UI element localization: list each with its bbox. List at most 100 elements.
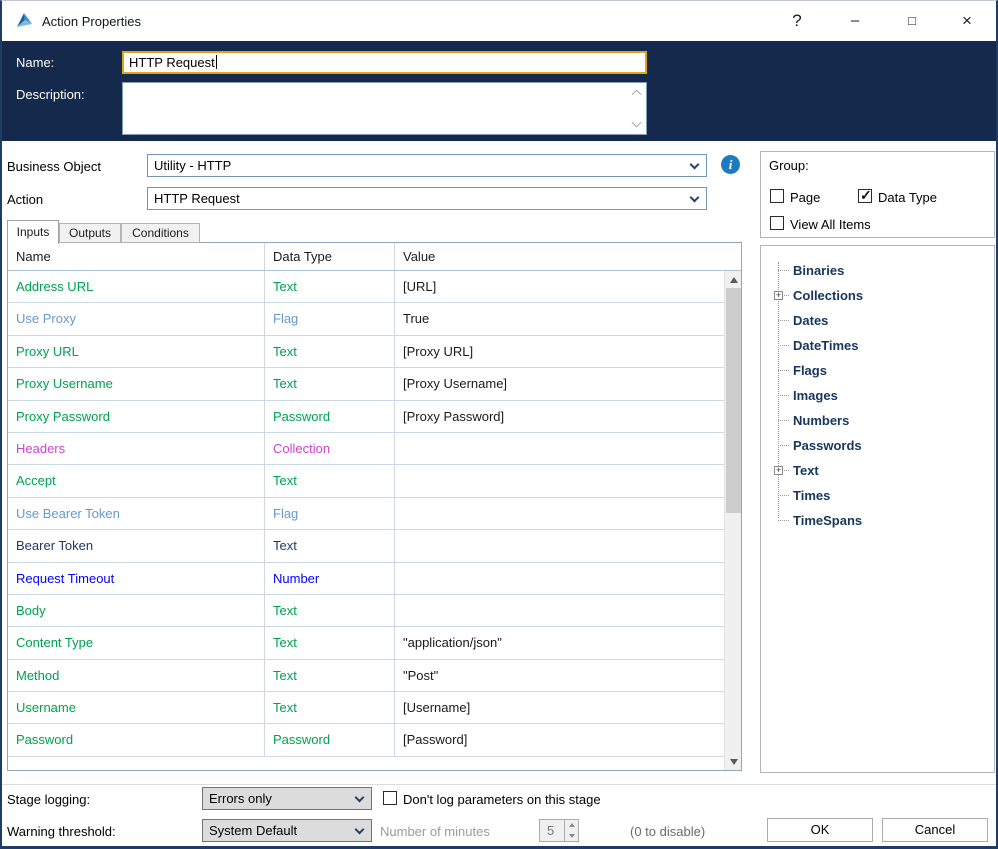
cell-type[interactable]: Text	[265, 692, 395, 723]
cell-type[interactable]: Text	[265, 530, 395, 561]
spin-down-icon[interactable]	[565, 831, 578, 841]
business-object-dropdown[interactable]: Utility - HTTP	[147, 154, 707, 177]
cell-name[interactable]: Proxy Username	[8, 368, 265, 399]
tree-item-images[interactable]: Images	[761, 383, 994, 408]
info-icon[interactable]: i	[721, 155, 740, 174]
table-row[interactable]: Bearer TokenText	[8, 530, 741, 562]
table-scrollbar[interactable]	[724, 271, 741, 770]
cell-name[interactable]: Address URL	[8, 271, 265, 302]
description-input[interactable]	[122, 82, 647, 135]
cell-name[interactable]: Bearer Token	[8, 530, 265, 561]
name-input[interactable]: HTTP Request	[122, 51, 647, 74]
dont-log-checkbox[interactable]	[383, 791, 397, 805]
cell-value[interactable]: [Proxy Password]	[395, 401, 741, 432]
cell-type[interactable]: Number	[265, 563, 395, 594]
tree-item-times[interactable]: Times	[761, 483, 994, 508]
page-checkbox[interactable]	[770, 189, 784, 203]
cell-value[interactable]: True	[395, 303, 741, 334]
stage-logging-dropdown[interactable]: Errors only	[202, 787, 372, 810]
cell-value[interactable]	[395, 465, 741, 496]
maximize-icon[interactable]: □	[889, 1, 935, 41]
expand-plus-icon[interactable]: +	[774, 291, 783, 300]
expand-plus-icon[interactable]: +	[774, 466, 783, 475]
cell-name[interactable]: Use Proxy	[8, 303, 265, 334]
tree-item-dates[interactable]: Dates	[761, 308, 994, 333]
table-row[interactable]: Use Bearer TokenFlag	[8, 498, 741, 530]
cell-type[interactable]: Text	[265, 465, 395, 496]
tree-item-passwords[interactable]: Passwords	[761, 433, 994, 458]
data-type-checkbox[interactable]	[858, 189, 872, 203]
cell-value[interactable]	[395, 530, 741, 561]
cell-value[interactable]: [Password]	[395, 724, 741, 755]
cell-name[interactable]: Request Timeout	[8, 563, 265, 594]
table-row[interactable]: Proxy UsernameText[Proxy Username]	[8, 368, 741, 400]
cancel-button[interactable]: Cancel	[882, 818, 988, 842]
cell-name[interactable]: Username	[8, 692, 265, 723]
cell-type[interactable]: Text	[265, 271, 395, 302]
table-row[interactable]: Request TimeoutNumber	[8, 563, 741, 595]
view-all-items-checkbox[interactable]	[770, 216, 784, 230]
cell-name[interactable]: Body	[8, 595, 265, 626]
cell-name[interactable]: Headers	[8, 433, 265, 464]
table-row[interactable]: BodyText	[8, 595, 741, 627]
cell-value[interactable]	[395, 595, 741, 626]
cell-type[interactable]: Password	[265, 401, 395, 432]
cell-value[interactable]: [Username]	[395, 692, 741, 723]
tree-item-timespans[interactable]: TimeSpans	[761, 508, 994, 533]
tree-item-text[interactable]: +Text	[761, 458, 994, 483]
tab-inputs[interactable]: Inputs	[7, 220, 59, 244]
cell-name[interactable]: Proxy Password	[8, 401, 265, 432]
table-row[interactable]: Address URLText[URL]	[8, 271, 741, 303]
tree-item-collections[interactable]: +Collections	[761, 283, 994, 308]
help-icon[interactable]: ?	[774, 1, 820, 41]
cell-value[interactable]: "application/json"	[395, 627, 741, 658]
table-row[interactable]: PasswordPassword[Password]	[8, 724, 741, 756]
cell-value[interactable]: "Post"	[395, 660, 741, 691]
scroll-up-icon[interactable]	[725, 271, 742, 288]
tree-item-datetimes[interactable]: DateTimes	[761, 333, 994, 358]
cell-type[interactable]: Text	[265, 660, 395, 691]
action-dropdown[interactable]: HTTP Request	[147, 187, 707, 210]
table-row[interactable]: Use ProxyFlagTrue	[8, 303, 741, 335]
minutes-spinner[interactable]: 5	[539, 819, 579, 842]
cell-value[interactable]: [Proxy Username]	[395, 368, 741, 399]
tab-outputs[interactable]: Outputs	[59, 223, 121, 243]
cell-type[interactable]: Password	[265, 724, 395, 755]
cell-value[interactable]: [Proxy URL]	[395, 336, 741, 367]
cell-value[interactable]: [URL]	[395, 271, 741, 302]
cell-value[interactable]	[395, 498, 741, 529]
tree-item-flags[interactable]: Flags	[761, 358, 994, 383]
table-row[interactable]: Proxy PasswordPassword[Proxy Password]	[8, 401, 741, 433]
cell-type[interactable]: Flag	[265, 498, 395, 529]
cell-value[interactable]	[395, 433, 741, 464]
cell-name[interactable]: Content Type	[8, 627, 265, 658]
cell-name[interactable]: Proxy URL	[8, 336, 265, 367]
table-row[interactable]: AcceptText	[8, 465, 741, 497]
tab-conditions[interactable]: Conditions	[121, 223, 200, 243]
table-row[interactable]: Content TypeText"application/json"	[8, 627, 741, 659]
tree-item-binaries[interactable]: Binaries	[761, 258, 994, 283]
scroll-down-icon[interactable]	[725, 753, 742, 770]
cell-name[interactable]: Accept	[8, 465, 265, 496]
cell-name[interactable]: Method	[8, 660, 265, 691]
table-row[interactable]: Proxy URLText[Proxy URL]	[8, 336, 741, 368]
cell-name[interactable]: Use Bearer Token	[8, 498, 265, 529]
cell-type[interactable]: Flag	[265, 303, 395, 334]
tree-item-numbers[interactable]: Numbers	[761, 408, 994, 433]
cell-value[interactable]	[395, 563, 741, 594]
cell-type[interactable]: Text	[265, 336, 395, 367]
table-row[interactable]: HeadersCollection	[8, 433, 741, 465]
warning-threshold-dropdown[interactable]: System Default	[202, 819, 372, 842]
cell-type[interactable]: Text	[265, 627, 395, 658]
scrollbar-thumb[interactable]	[726, 288, 741, 513]
cell-type[interactable]: Text	[265, 595, 395, 626]
minimize-icon[interactable]: –	[832, 1, 878, 41]
spin-up-icon[interactable]	[565, 820, 578, 830]
table-row[interactable]: UsernameText[Username]	[8, 692, 741, 724]
table-row[interactable]: MethodText"Post"	[8, 660, 741, 692]
cell-type[interactable]: Text	[265, 368, 395, 399]
ok-button[interactable]: OK	[767, 818, 873, 842]
cell-name[interactable]: Password	[8, 724, 265, 755]
cell-type[interactable]: Collection	[265, 433, 395, 464]
close-icon[interactable]: ×	[944, 1, 990, 41]
